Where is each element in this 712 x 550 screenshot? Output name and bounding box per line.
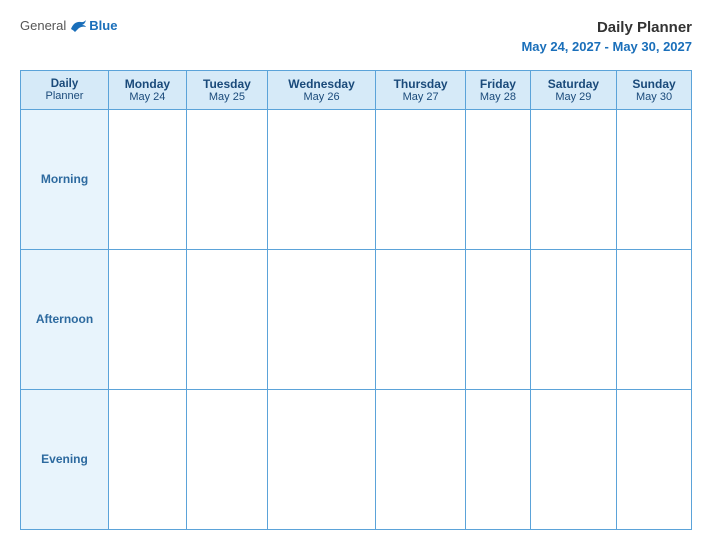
afternoon-label: Afternoon — [21, 249, 109, 389]
evening-label: Evening — [21, 389, 109, 529]
evening-wednesday[interactable] — [268, 389, 376, 529]
saturday-name: Saturday — [535, 77, 612, 91]
sunday-date: May 30 — [621, 91, 687, 103]
friday-name: Friday — [470, 77, 526, 91]
thursday-name: Thursday — [380, 77, 461, 91]
evening-monday[interactable] — [109, 389, 187, 529]
morning-row: Morning — [21, 109, 692, 249]
evening-tuesday[interactable] — [186, 389, 267, 529]
planner-label-line2: Planner — [25, 90, 104, 102]
col-wednesday: Wednesday May 26 — [268, 70, 376, 109]
morning-thursday[interactable] — [376, 109, 466, 249]
planner-table: Daily Planner Monday May 24 Tuesday May … — [20, 70, 692, 530]
evening-sunday[interactable] — [617, 389, 692, 529]
col-sunday: Sunday May 30 — [617, 70, 692, 109]
afternoon-saturday[interactable] — [530, 249, 616, 389]
afternoon-monday[interactable] — [109, 249, 187, 389]
logo: General Blue — [20, 18, 117, 33]
logo-text: General Blue — [20, 18, 117, 33]
date-range: May 24, 2027 - May 30, 2027 — [521, 38, 692, 56]
col-friday: Friday May 28 — [466, 70, 531, 109]
afternoon-friday[interactable] — [466, 249, 531, 389]
afternoon-tuesday[interactable] — [186, 249, 267, 389]
col-thursday: Thursday May 27 — [376, 70, 466, 109]
col-tuesday: Tuesday May 25 — [186, 70, 267, 109]
tuesday-name: Tuesday — [191, 77, 263, 91]
friday-date: May 28 — [470, 91, 526, 103]
morning-label: Morning — [21, 109, 109, 249]
morning-saturday[interactable] — [530, 109, 616, 249]
morning-friday[interactable] — [466, 109, 531, 249]
col-saturday: Saturday May 29 — [530, 70, 616, 109]
sunday-name: Sunday — [621, 77, 687, 91]
logo-bird-icon — [69, 19, 87, 33]
afternoon-wednesday[interactable] — [268, 249, 376, 389]
afternoon-sunday[interactable] — [617, 249, 692, 389]
morning-wednesday[interactable] — [268, 109, 376, 249]
evening-row: Evening — [21, 389, 692, 529]
page-title: Daily Planner — [521, 18, 692, 38]
evening-saturday[interactable] — [530, 389, 616, 529]
afternoon-row: Afternoon — [21, 249, 692, 389]
monday-name: Monday — [113, 77, 182, 91]
morning-tuesday[interactable] — [186, 109, 267, 249]
thursday-date: May 27 — [380, 91, 461, 103]
evening-thursday[interactable] — [376, 389, 466, 529]
logo-general: General — [20, 18, 66, 33]
saturday-date: May 29 — [535, 91, 612, 103]
page-header: General Blue Daily Planner May 24, 2027 … — [20, 18, 692, 56]
morning-sunday[interactable] — [617, 109, 692, 249]
tuesday-date: May 25 — [191, 91, 263, 103]
header-row: Daily Planner Monday May 24 Tuesday May … — [21, 70, 692, 109]
wednesday-date: May 26 — [272, 91, 371, 103]
afternoon-thursday[interactable] — [376, 249, 466, 389]
col-monday: Monday May 24 — [109, 70, 187, 109]
title-area: Daily Planner May 24, 2027 - May 30, 202… — [521, 18, 692, 56]
monday-date: May 24 — [113, 91, 182, 103]
logo-blue: Blue — [89, 18, 117, 33]
morning-monday[interactable] — [109, 109, 187, 249]
wednesday-name: Wednesday — [272, 77, 371, 91]
planner-header-cell: Daily Planner — [21, 70, 109, 109]
evening-friday[interactable] — [466, 389, 531, 529]
planner-label-line1: Daily — [25, 78, 104, 90]
